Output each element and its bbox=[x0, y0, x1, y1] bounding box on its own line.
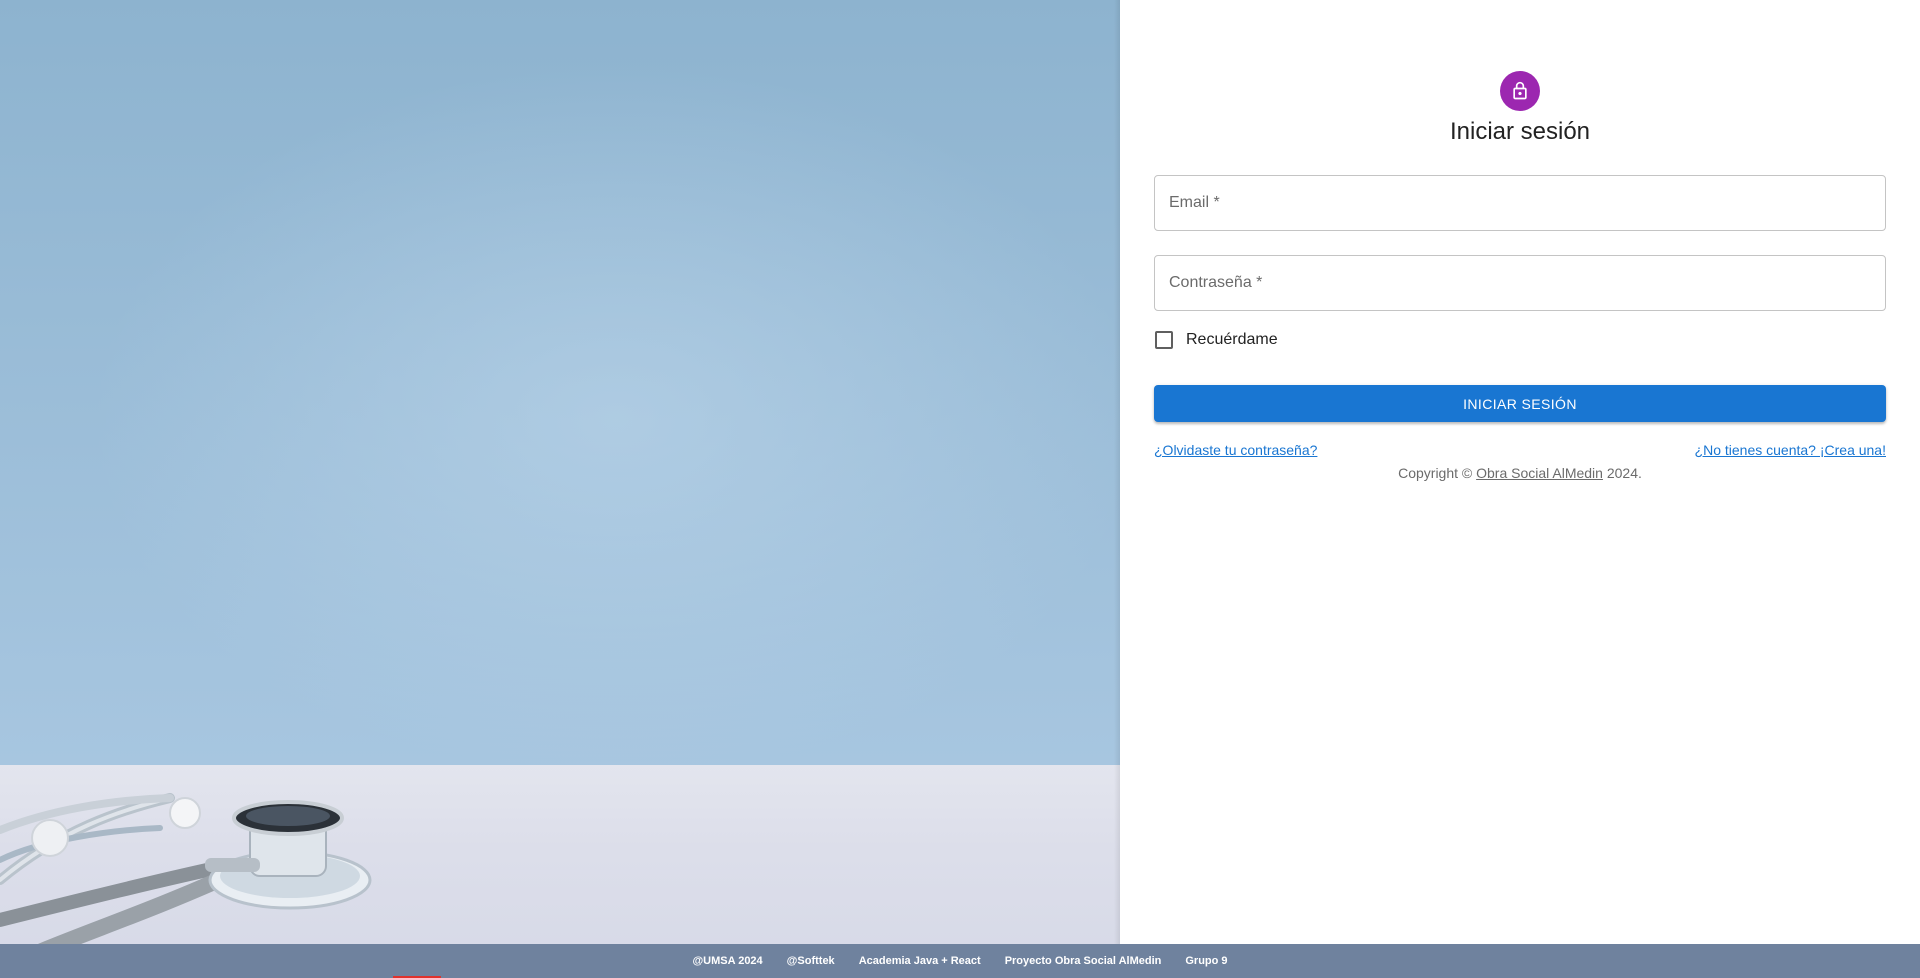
password-field[interactable]: Contraseña * bbox=[1154, 255, 1886, 311]
checkbox-box[interactable] bbox=[1155, 331, 1173, 349]
footer-item-grupo: Grupo 9 bbox=[1185, 955, 1228, 967]
email-input[interactable] bbox=[1155, 176, 1885, 230]
copyright-prefix: Copyright © bbox=[1398, 465, 1477, 481]
copyright: Copyright © Obra Social AlMedin 2024. bbox=[1154, 465, 1886, 481]
footer-item-proyecto: Proyecto Obra Social AlMedin bbox=[1004, 955, 1162, 967]
forgot-password-link[interactable]: ¿Olvidaste tu contraseña? bbox=[1154, 442, 1317, 458]
footer-bar: @UMSA 2024 @Softtek Academia Java + Reac… bbox=[0, 944, 1920, 978]
copyright-suffix: 2024. bbox=[1602, 465, 1642, 481]
remember-me-checkbox[interactable]: Recuérdame bbox=[1154, 326, 1278, 354]
page-title: Iniciar sesión bbox=[1449, 118, 1591, 145]
footer-item-academia: Academia Java + React bbox=[858, 955, 981, 967]
email-field[interactable]: Email * bbox=[1154, 175, 1886, 231]
hero-wall bbox=[0, 0, 1120, 765]
footer-item-umsa: @UMSA 2024 bbox=[692, 955, 763, 967]
login-page: Iniciar sesión Email * Contraseña * Recu… bbox=[0, 0, 1920, 978]
copyright-link[interactable]: Obra Social AlMedin bbox=[1476, 465, 1603, 481]
footer-item-softtek: @Softtek bbox=[786, 955, 835, 967]
lock-icon bbox=[1513, 81, 1527, 100]
login-button[interactable]: INICIAR SESIÓN bbox=[1154, 385, 1886, 422]
remember-me-label: Recuérdame bbox=[1186, 331, 1278, 348]
hero-image bbox=[0, 0, 1120, 978]
register-link[interactable]: ¿No tienes cuenta? ¡Crea una! bbox=[1695, 442, 1886, 458]
lock-avatar bbox=[1500, 71, 1540, 111]
password-input[interactable] bbox=[1155, 256, 1885, 310]
